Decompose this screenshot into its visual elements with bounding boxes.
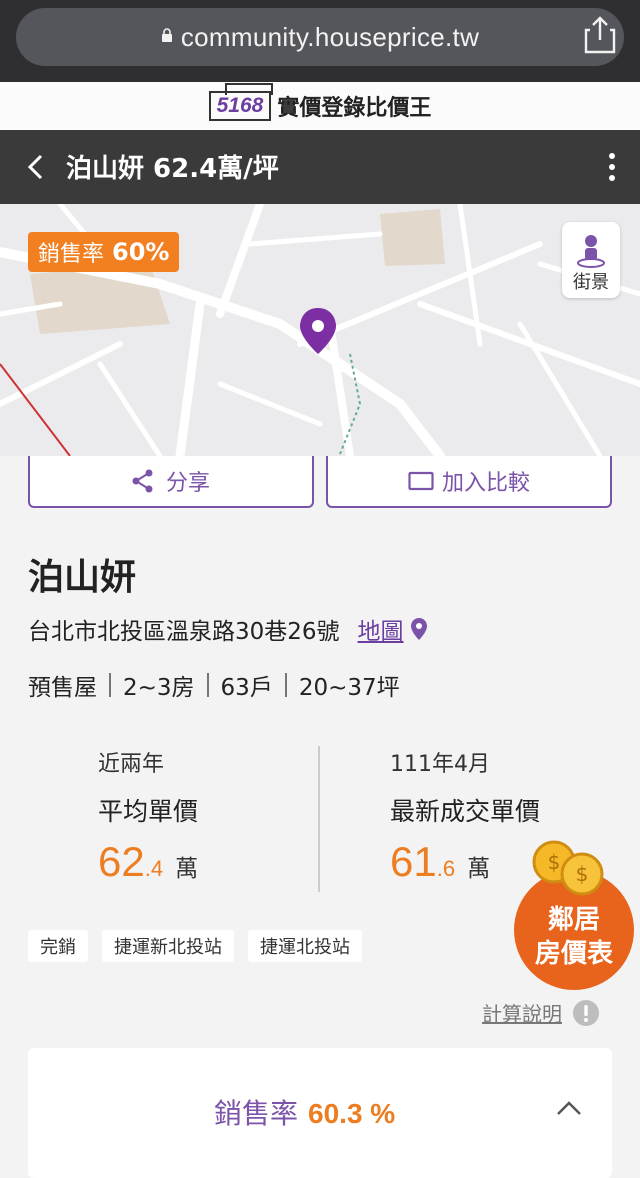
avg-price: 62.4 萬 [98,838,199,885]
project-address: 台北市北投區溫泉路30巷26號 [28,619,340,645]
compare-box-icon [408,471,434,491]
map-link[interactable]: 地圖 [358,612,404,646]
location-pin-icon [410,618,427,640]
meta-units: 63戶 [220,675,273,701]
share-nodes-icon [132,469,153,493]
project-meta: 預售屋 2~3房 63戶 20~37坪 [28,668,400,702]
coins-icon: $ $ 鄰居 房價表 [514,840,634,990]
location-map[interactable]: 銷售率 60% 街景 [0,204,640,456]
tag-list: 完銷 捷運新北投站 捷運北投站 [28,930,376,962]
sales-rate-heading: 銷售率 60.3 % [214,1097,396,1130]
person-icon [577,235,605,268]
tag-sold-out: 完銷 [28,930,88,962]
stats-divider [318,746,320,892]
svg-text:鄰居: 鄰居 [548,905,600,935]
page-header: 泊山妍 62.4萬/坪 [0,130,640,204]
svg-text:$: $ [548,850,561,874]
neighbor-price-fab[interactable]: $ $ 鄰居 房價表 [510,838,638,996]
sales-rate-card[interactable]: 銷售率 60.3 % [28,1048,612,1178]
avg-period: 近兩年 [98,752,165,777]
meta-rooms: 2~3房 [123,675,195,701]
calc-explanation-link[interactable]: 計算說明 [482,998,600,1027]
brand-logo[interactable]: 5168 [208,91,272,121]
chevron-up-icon[interactable] [556,1100,582,1116]
meta-divider [206,673,209,697]
street-view-button[interactable]: 街景 [562,222,620,298]
meta-type: 預售屋 [28,675,97,701]
brand-bar: 5168 實價登錄比價王 [0,82,640,130]
add-compare-button[interactable]: 加入比較 [326,456,612,508]
brand-name: 實價登錄比價王 [277,96,432,121]
share-icon[interactable] [584,16,616,54]
browser-url-bar: community.houseprice.tw [0,0,640,82]
meta-size: 20~37坪 [298,675,400,701]
action-buttons: 分享 加入比較 [28,456,612,508]
tag-station-beitou: 捷運北投站 [248,930,362,962]
lock-icon [161,28,172,42]
info-exclamation-icon [573,999,599,1026]
page-title: 泊山妍 62.4萬/坪 [66,154,279,184]
url-text: community.houseprice.tw [180,21,480,52]
more-menu-icon[interactable] [608,152,616,182]
avg-price-block: 近兩年 平均單價 62.4 萬 [98,746,198,886]
svg-text:房價表: 房價表 [535,939,614,969]
address-field[interactable]: community.houseprice.tw [16,8,624,66]
project-name: 泊山妍 [28,557,137,598]
project-address-row: 台北市北投區溫泉路30巷26號 地圖 [28,612,428,646]
sales-rate-badge: 銷售率 60% [28,232,180,272]
share-button[interactable]: 分享 [28,456,314,508]
tag-station-xinbeitou: 捷運新北投站 [102,930,234,962]
svg-text:$: $ [576,862,589,886]
avg-title: 平均單價 [98,797,199,826]
meta-divider [284,673,287,697]
back-arrow-icon[interactable] [22,152,52,182]
latest-period: 111年4月 [390,752,490,777]
latest-title: 最新成交單價 [390,797,541,826]
meta-divider [109,673,111,697]
